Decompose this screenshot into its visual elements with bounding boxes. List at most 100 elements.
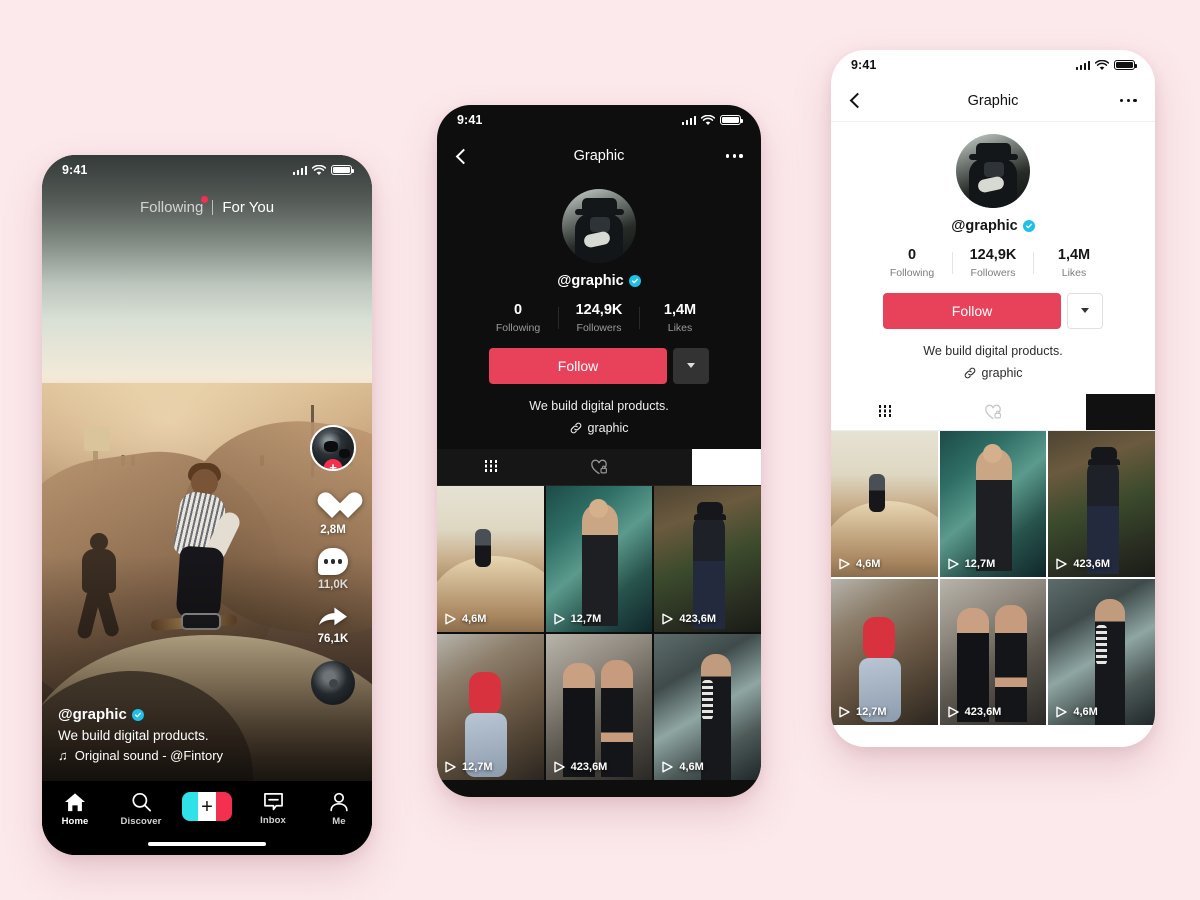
video-views: 423,6M <box>1055 558 1110 570</box>
video-cell[interactable]: 423,6M <box>654 485 761 632</box>
video-cell[interactable]: 423,6M <box>939 578 1047 725</box>
play-icon <box>1055 558 1068 570</box>
liked-heart-lock-icon <box>985 404 1001 419</box>
tab-home[interactable]: Home <box>48 792 102 827</box>
play-icon <box>553 613 566 625</box>
signal-icon <box>1075 60 1090 70</box>
follow-button[interactable]: Follow <box>883 292 1061 329</box>
active-tab-underline <box>691 448 761 485</box>
profile-header-light: Graphic <box>831 80 1155 122</box>
status-indicators <box>292 164 355 176</box>
status-time: 9:41 <box>62 163 88 177</box>
video-cell[interactable]: 12,7M <box>831 578 938 725</box>
follow-options-button[interactable] <box>1067 292 1103 329</box>
tab-discover-label: Discover <box>120 816 162 827</box>
stat-followers[interactable]: 124,9K Followers <box>953 247 1033 279</box>
play-icon <box>947 706 960 718</box>
tab-discover[interactable]: Discover <box>114 792 168 827</box>
video-views: 12,7M <box>947 558 995 570</box>
tab-videos-grid[interactable] <box>437 449 545 485</box>
signal-icon <box>292 165 307 175</box>
stat-followers-label: Followers <box>970 266 1016 279</box>
create-plus-icon[interactable]: + <box>182 792 232 821</box>
avatar-plus-icon[interactable]: + <box>310 425 356 471</box>
phone-profile-light: 9:41 Graphic @graphic 0 Following 124,9K… <box>831 50 1155 747</box>
profile-stats-dark: 0 Following 124,9K Followers 1,4M Likes <box>437 302 761 334</box>
video-cell[interactable]: 4,6M <box>1048 578 1155 725</box>
chevron-left-icon[interactable] <box>849 92 866 109</box>
video-cell[interactable]: 12,7M <box>939 430 1047 577</box>
video-grid-dark: 4,6M 12,7M 423,6M 12,7M 423,6M 4,6M <box>437 485 761 780</box>
follow-button[interactable]: Follow <box>489 347 667 384</box>
stat-likes-value: 1,4M <box>663 302 697 318</box>
video-cell[interactable]: 4,6M <box>437 485 544 632</box>
chevron-down-icon <box>1081 308 1089 314</box>
video-views: 12,7M <box>444 761 493 773</box>
tab-liked[interactable] <box>939 394 1047 430</box>
profile-link-row[interactable]: graphic <box>831 366 1155 380</box>
link-icon <box>570 422 581 433</box>
battery-icon <box>331 164 355 176</box>
like-action[interactable]: 2,8M <box>318 493 348 536</box>
chevron-left-icon[interactable] <box>455 148 472 164</box>
video-views: 423,6M <box>947 706 1001 718</box>
follow-options-button[interactable] <box>673 347 709 384</box>
video-cell[interactable]: 12,7M <box>437 633 544 780</box>
profile-segmented-tabs-light <box>831 393 1155 431</box>
follow-row-light: Follow <box>831 292 1155 329</box>
video-cell[interactable]: 4,6M <box>654 633 761 780</box>
video-cell[interactable]: 423,6M <box>545 633 653 780</box>
video-cell[interactable]: 4,6M <box>831 430 938 577</box>
play-icon <box>553 761 566 773</box>
video-cell[interactable]: 12,7M <box>545 485 653 632</box>
tab-videos-grid[interactable] <box>831 394 939 430</box>
person-icon <box>330 792 348 812</box>
sound-disc-icon[interactable] <box>311 661 355 705</box>
profile-link-text: graphic <box>981 365 1023 380</box>
tab-for-you[interactable]: For You <box>213 199 283 216</box>
avatar[interactable] <box>562 189 636 263</box>
feed-tab-switcher: Following For You <box>42 196 372 216</box>
profile-bio: We build digital products. <box>923 343 1063 358</box>
stat-likes[interactable]: 1,4M Likes <box>640 302 720 334</box>
tab-following[interactable]: Following <box>131 196 212 216</box>
more-dots-icon[interactable] <box>725 154 743 158</box>
status-indicators <box>681 114 744 126</box>
comment-count: 11,0K <box>317 579 349 591</box>
tab-liked[interactable] <box>545 449 653 485</box>
more-dots-icon[interactable] <box>1119 98 1137 103</box>
tab-me[interactable]: Me <box>312 792 366 827</box>
lifeguard-tower <box>84 427 110 471</box>
play-icon <box>661 761 674 773</box>
stat-likes-value: 1,4M <box>1057 247 1091 263</box>
caption-username-row[interactable]: @graphic <box>58 706 223 723</box>
follow-plus-badge[interactable]: + <box>323 459 343 469</box>
video-views: 4,6M <box>661 761 704 773</box>
stat-likes[interactable]: 1,4M Likes <box>1034 247 1114 279</box>
tab-create[interactable]: + <box>180 792 234 821</box>
link-icon <box>964 367 975 378</box>
caption-sound-text: Original sound - @Fintory <box>74 748 224 763</box>
tab-inbox[interactable]: Inbox <box>246 792 300 826</box>
caption-sound-row[interactable]: ♫ Original sound - @Fintory <box>58 748 223 763</box>
video-cell[interactable]: 423,6M <box>1048 430 1155 577</box>
video-views: 12,7M <box>553 613 601 625</box>
stat-followers[interactable]: 124,9K Followers <box>559 302 639 334</box>
avatar[interactable] <box>956 134 1030 208</box>
play-icon <box>838 558 851 570</box>
phone-feed-screen: 9:41 Following For You + 2,8M 11,0K 76,1… <box>42 155 372 855</box>
stat-following-label: Following <box>495 321 541 334</box>
profile-link-row[interactable]: graphic <box>437 421 761 435</box>
profile-header-dark: Graphic <box>437 135 761 177</box>
heart-icon <box>318 493 348 520</box>
stat-following[interactable]: 0 Following <box>478 302 558 334</box>
status-indicators <box>1075 59 1138 71</box>
profile-segmented-tabs-dark <box>437 448 761 486</box>
stat-following[interactable]: 0 Following <box>872 247 952 279</box>
share-action[interactable]: 76,1K <box>317 603 349 645</box>
stat-following-label: Following <box>889 266 935 279</box>
video-views: 12,7M <box>838 706 887 718</box>
status-bar-light: 9:41 <box>831 50 1155 80</box>
comment-action[interactable]: 11,0K <box>318 548 348 591</box>
grid-bars-icon <box>484 460 498 474</box>
